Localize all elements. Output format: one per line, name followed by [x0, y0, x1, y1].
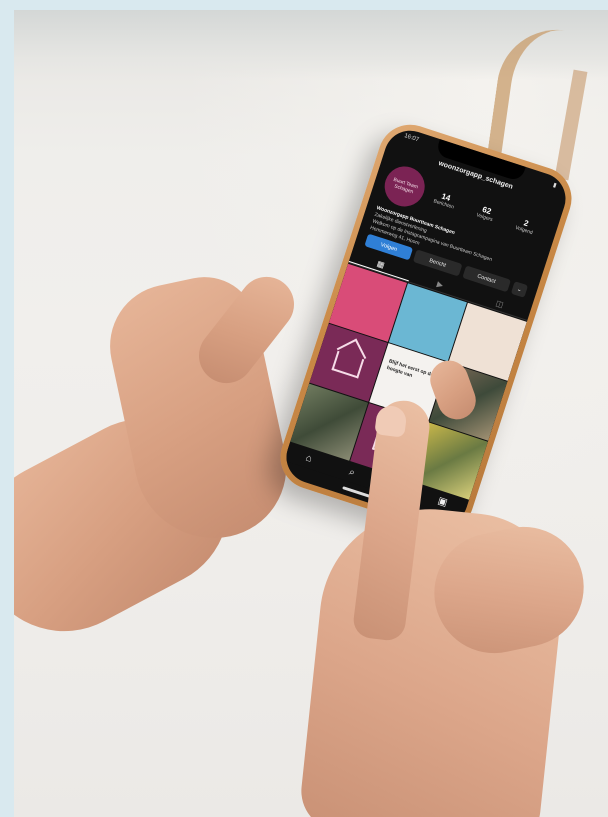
- stat-posts[interactable]: 14 Berichten: [433, 189, 458, 210]
- status-time: 16:07: [403, 133, 420, 144]
- phone-screen: 16:07 ▮ woonzorgapp_schagen Buurt Team S…: [279, 123, 573, 533]
- reels-icon[interactable]: ▣: [436, 495, 448, 508]
- home-icon[interactable]: ⌂: [304, 452, 313, 464]
- search-icon[interactable]: ⌕: [348, 466, 357, 478]
- smartphone: 16:07 ▮ woonzorgapp_schagen Buurt Team S…: [272, 116, 580, 540]
- more-button[interactable]: ⌄: [510, 281, 529, 298]
- stat-followers[interactable]: 62 Volgers: [476, 203, 497, 222]
- avatar[interactable]: Buurt Team Schagen: [379, 161, 430, 212]
- battery-icon: ▮: [552, 182, 558, 190]
- stat-following[interactable]: 2 Volgend: [514, 216, 536, 236]
- photo-scene: 16:07 ▮ woonzorgapp_schagen Buurt Team S…: [14, 10, 608, 817]
